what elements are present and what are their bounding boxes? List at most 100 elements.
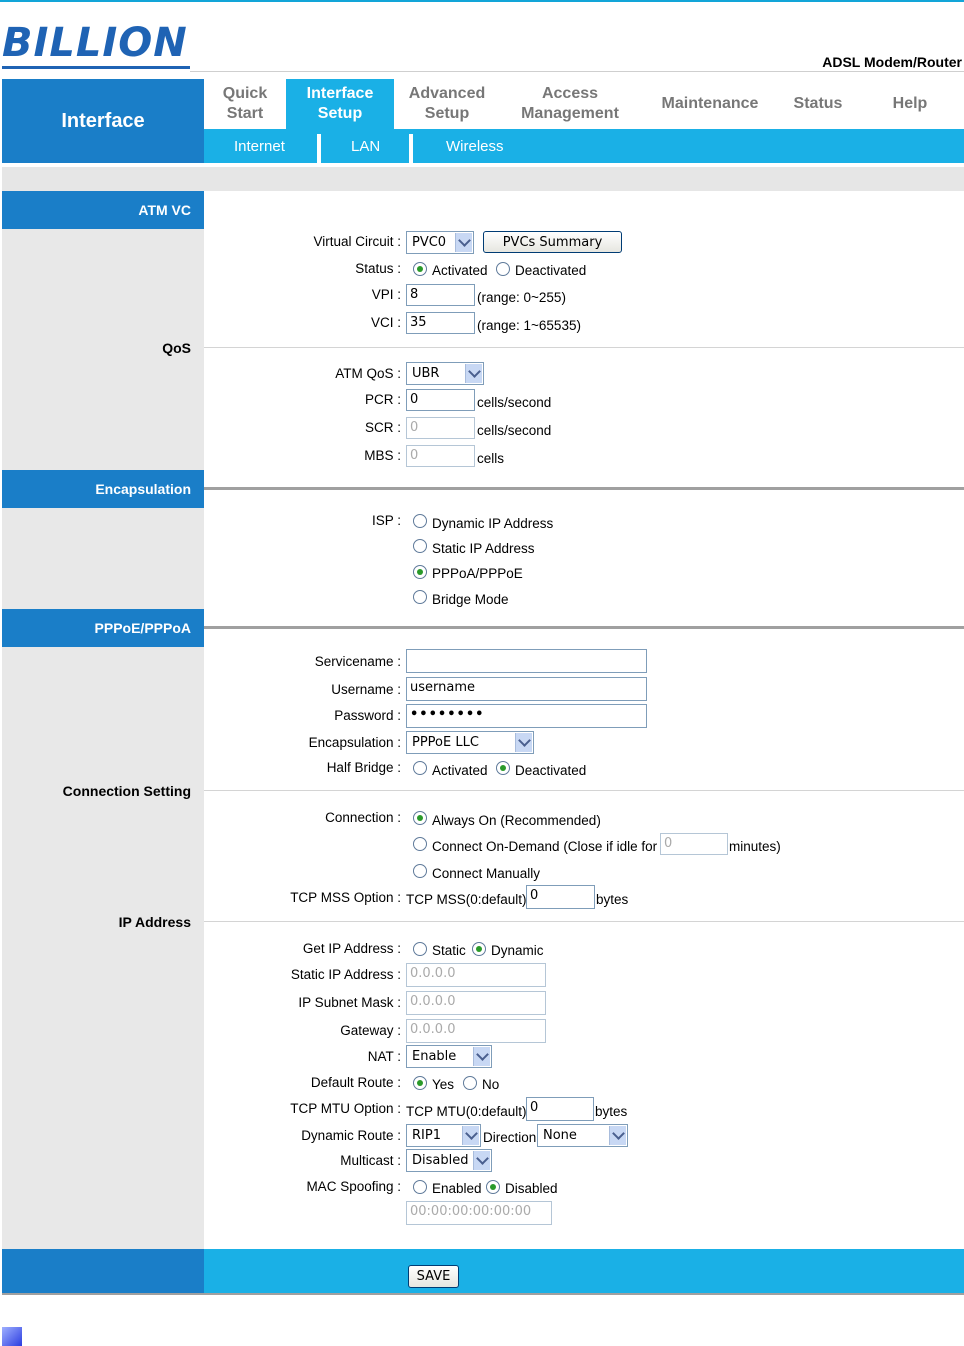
- mbs-input[interactable]: 0: [406, 445, 475, 467]
- tcp-mtu-input[interactable]: 0: [526, 1097, 594, 1121]
- subtab-internet[interactable]: Internet: [234, 129, 285, 163]
- nat-label: NAT: [368, 1049, 401, 1064]
- pcr-input[interactable]: 0: [406, 389, 475, 411]
- isp-static-text: Static IP Address: [432, 541, 535, 556]
- mac-spoofing-disabled-radio[interactable]: [486, 1180, 500, 1194]
- half-bridge-deactivated-radio[interactable]: [496, 761, 510, 775]
- chevron-down-icon: [465, 364, 482, 383]
- subtab-lan[interactable]: LAN: [351, 129, 380, 163]
- tab-quick-start[interactable]: Quick Start: [204, 79, 286, 129]
- connection-on-demand-radio[interactable]: [413, 837, 427, 851]
- default-route-yes-radio[interactable]: [413, 1076, 427, 1090]
- subtab-wireless[interactable]: Wireless: [446, 129, 504, 163]
- connection-manually-text: Connect Manually: [432, 866, 541, 881]
- isp-static-radio[interactable]: [413, 539, 427, 553]
- direction-select[interactable]: None: [537, 1124, 628, 1147]
- gateway-input[interactable]: 0.0.0.0: [406, 1019, 546, 1043]
- subnet-mask-input[interactable]: 0.0.0.0: [406, 991, 546, 1015]
- nat-select[interactable]: Enable: [406, 1045, 492, 1068]
- servicename-input[interactable]: [406, 649, 647, 673]
- atm-qos-select[interactable]: UBR: [406, 362, 484, 385]
- vpi-range: (range: 0~255): [477, 290, 566, 305]
- get-ip-dynamic-text: Dynamic: [491, 943, 544, 958]
- get-ip-label: Get IP Address: [303, 941, 401, 956]
- username-input[interactable]: username: [406, 677, 647, 701]
- multicast-label: Multicast: [340, 1153, 401, 1168]
- password-input[interactable]: ••••••••: [406, 704, 647, 728]
- mac-spoofing-disabled-text: Disabled: [505, 1181, 558, 1196]
- pcr-label: PCR: [365, 392, 401, 407]
- isp-dynamic-radio[interactable]: [413, 514, 427, 528]
- password-label: Password: [334, 708, 401, 723]
- default-route-no-radio[interactable]: [463, 1076, 477, 1090]
- scr-input[interactable]: 0: [406, 417, 475, 439]
- chevron-down-icon: [609, 1126, 626, 1145]
- vpi-input[interactable]: 8: [406, 284, 475, 306]
- pvcs-summary-button[interactable]: PVCs Summary: [483, 231, 622, 253]
- virtual-circuit-value: PVC0: [412, 235, 447, 250]
- tab-advanced-setup[interactable]: Advanced Setup: [394, 79, 500, 129]
- divider: [204, 347, 964, 348]
- isp-pppoe-radio[interactable]: [413, 565, 427, 579]
- half-bridge-activated-radio[interactable]: [413, 761, 427, 775]
- scr-unit: cells/second: [477, 423, 552, 438]
- chevron-down-icon: [515, 733, 532, 752]
- encapsulation-value: PPPoE LLC: [412, 735, 479, 750]
- sub-nav: Internet LAN Wireless: [204, 129, 964, 163]
- vci-input[interactable]: 35: [406, 312, 475, 334]
- status-deactivated-text: Deactivated: [515, 263, 587, 278]
- idle-minutes-input[interactable]: 0: [660, 833, 728, 855]
- nav-section-title: Interface: [2, 79, 204, 163]
- tab-interface-setup[interactable]: Interface Setup: [286, 79, 394, 129]
- chevron-down-icon: [455, 233, 472, 252]
- mac-spoofing-label: MAC Spoofing: [306, 1179, 401, 1194]
- vci-label: VCI: [371, 315, 401, 330]
- subnet-mask-label: IP Subnet Mask: [298, 995, 401, 1010]
- subnav-divider: [409, 134, 413, 163]
- tcp-mss-input[interactable]: 0: [526, 885, 595, 909]
- tab-help[interactable]: Help: [856, 79, 964, 129]
- section-qos: QoS: [162, 340, 191, 356]
- divider: [204, 790, 964, 791]
- multicast-select[interactable]: Disabled: [406, 1149, 492, 1172]
- tab-maintenance[interactable]: Maintenance: [640, 79, 780, 129]
- isp-bridge-radio[interactable]: [413, 590, 427, 604]
- divider: [204, 626, 964, 629]
- default-route-yes-text: Yes: [432, 1077, 455, 1092]
- mac-spoofing-enabled-radio[interactable]: [413, 1180, 427, 1194]
- pcr-unit: cells/second: [477, 395, 552, 410]
- connection-manually-radio[interactable]: [413, 864, 427, 878]
- virtual-circuit-select[interactable]: PVC0: [406, 231, 474, 254]
- bottom-divider: [2, 1293, 964, 1295]
- tcp-mtu-text: TCP MTU(0:default): [406, 1104, 527, 1119]
- connection-label: Connection: [325, 810, 401, 825]
- status-deactivated-radio[interactable]: [496, 262, 510, 276]
- encapsulation-select[interactable]: PPPoE LLC: [406, 731, 534, 754]
- connection-always-on-radio[interactable]: [413, 811, 427, 825]
- dynamic-route-select[interactable]: RIP1: [406, 1124, 481, 1147]
- chevron-down-icon: [473, 1151, 490, 1170]
- atm-qos-label: ATM QoS: [335, 366, 401, 381]
- mac-address-input[interactable]: 00:00:00:00:00:00: [406, 1201, 552, 1225]
- tcp-mtu-unit: bytes: [595, 1104, 628, 1119]
- tab-status[interactable]: Status: [780, 79, 856, 129]
- mbs-unit: cells: [477, 451, 505, 466]
- tab-access-management[interactable]: Access Management: [500, 79, 640, 129]
- square-bullet-icon: [2, 1327, 22, 1346]
- isp-bridge-text: Bridge Mode: [432, 592, 509, 607]
- status-activated-radio[interactable]: [413, 262, 427, 276]
- get-ip-static-radio[interactable]: [413, 942, 427, 956]
- encapsulation-label: Encapsulation: [309, 735, 401, 750]
- connection-on-demand-text: Connect On-Demand (Close if idle for: [432, 839, 658, 854]
- half-bridge-label: Half Bridge: [327, 760, 401, 775]
- save-button[interactable]: SAVE: [408, 1265, 459, 1288]
- tcp-mss-text: TCP MSS(0:default): [406, 892, 527, 907]
- dynamic-route-label: Dynamic Route: [301, 1128, 401, 1143]
- static-ip-input[interactable]: 0.0.0.0: [406, 963, 546, 987]
- mbs-label: MBS: [364, 448, 401, 463]
- section-connection-setting: Connection Setting: [62, 783, 191, 799]
- vci-range: (range: 1~65535): [477, 318, 581, 333]
- subnav-divider: [317, 134, 321, 163]
- chevron-down-icon: [462, 1126, 479, 1145]
- get-ip-dynamic-radio[interactable]: [472, 942, 486, 956]
